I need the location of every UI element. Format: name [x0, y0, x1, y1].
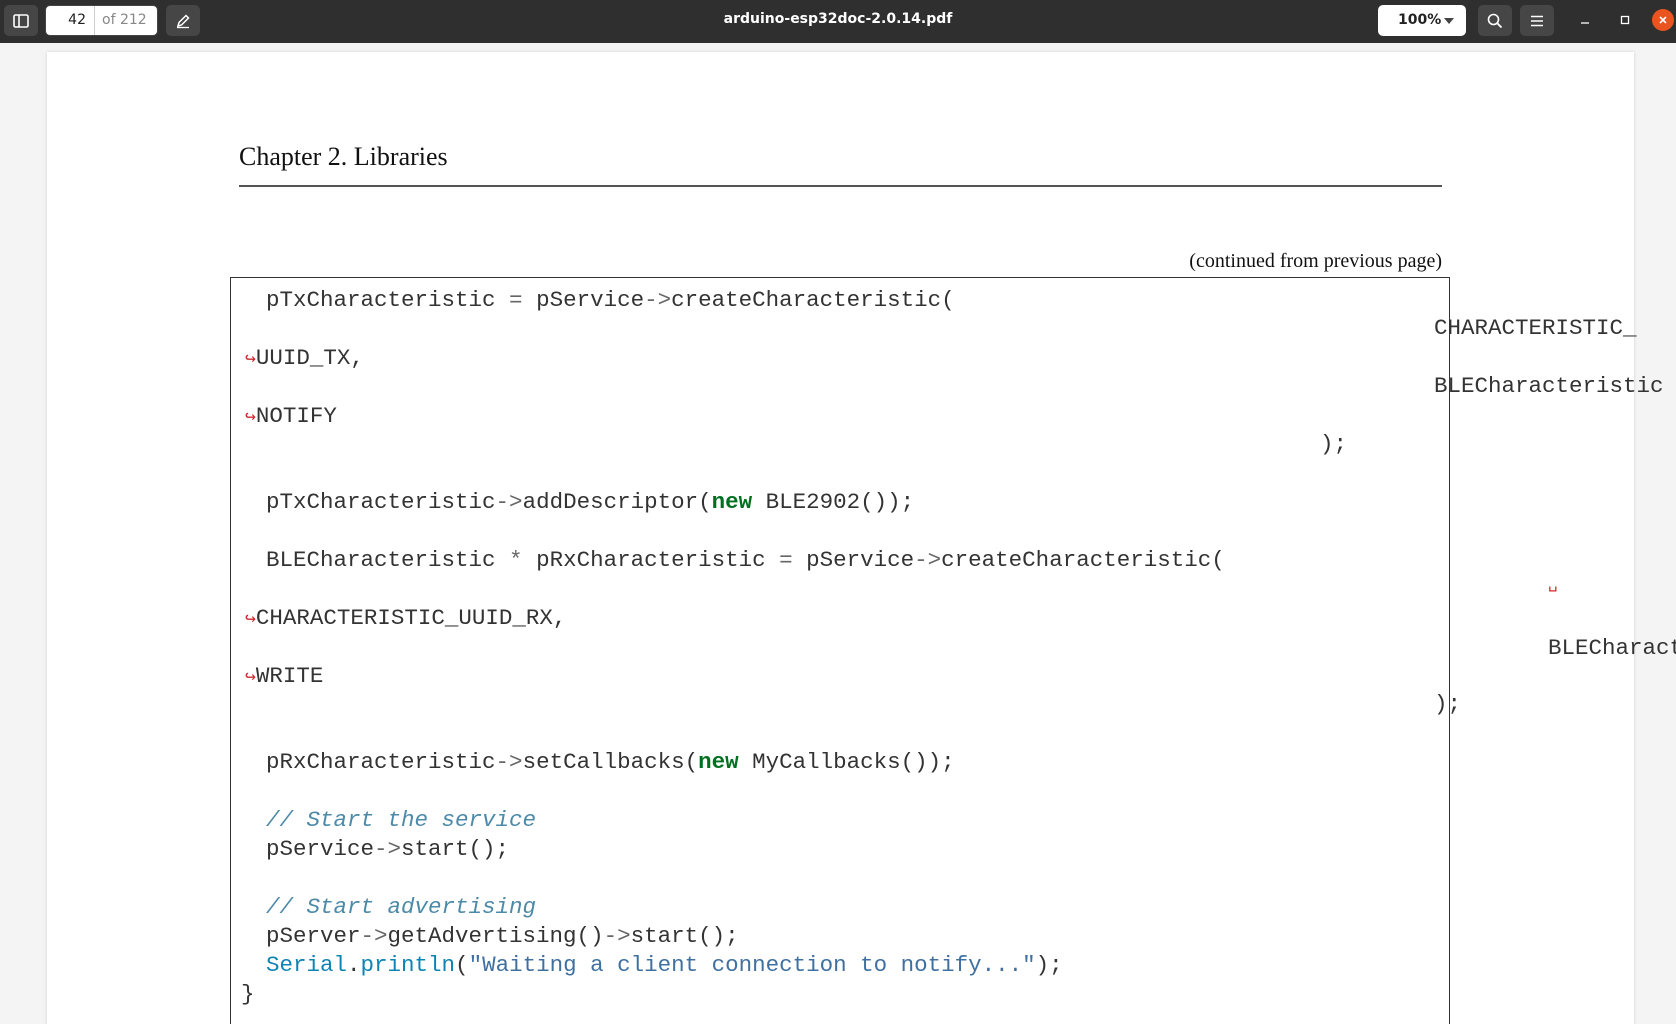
document-viewer[interactable]: Chapter 2. Libraries (continued from pre…	[0, 43, 1676, 1024]
wrap-arrow-icon: ↪	[245, 668, 256, 688]
close-icon	[1659, 16, 1667, 24]
sidebar-toggle-button[interactable]	[4, 5, 38, 36]
minimize-button[interactable]	[1574, 9, 1596, 31]
search-button[interactable]	[1478, 5, 1512, 36]
code-line: pService->start();	[266, 836, 510, 862]
page-total-label: of 212	[102, 12, 147, 28]
search-icon	[1487, 13, 1503, 28]
annotate-button[interactable]	[166, 5, 200, 36]
close-button[interactable]	[1652, 9, 1674, 31]
minimize-icon	[1581, 22, 1589, 24]
code-line: Serial.println("Waiting a client connect…	[266, 952, 1063, 978]
maximize-icon	[1620, 15, 1630, 25]
code-line: pRxCharacteristic->setCallbacks(new MyCa…	[266, 749, 955, 775]
code-block: pTxCharacteristic = pService->createChar…	[230, 277, 1676, 1024]
hamburger-menu-icon	[1531, 15, 1543, 26]
code-line: pTxCharacteristic = pService->createChar…	[266, 287, 955, 313]
chevron-down-icon	[1444, 18, 1454, 24]
code-line: ↪WRITE	[245, 663, 324, 689]
continued-note: (continued from previous page)	[1189, 250, 1442, 272]
pdf-page: Chapter 2. Libraries (continued from pre…	[47, 52, 1676, 1024]
code-line: ↪UUID_TX,	[245, 345, 364, 371]
page-number-input[interactable]: 42	[46, 6, 95, 35]
code-line: ↪CHARACTERISTIC_UUID_RX,	[245, 605, 567, 631]
page-selector: 42 of 212	[45, 5, 158, 36]
space-marker: ␣	[1548, 575, 1558, 593]
code-line: pServer->getAdvertising()->start();	[266, 923, 739, 949]
wrap-arrow-icon: ↪	[245, 350, 256, 370]
zoom-selector[interactable]: 100%	[1378, 5, 1466, 36]
code-line: ↪NOTIFY	[245, 403, 337, 429]
wrap-arrow-icon: ↪	[245, 408, 256, 428]
maximize-button[interactable]	[1614, 9, 1636, 31]
code-line: pTxCharacteristic->addDescriptor(new BLE…	[266, 489, 915, 515]
code-line: BLECharacteristic	[1434, 373, 1664, 399]
wrap-arrow-icon: ↪	[245, 610, 256, 630]
heading-rule	[239, 185, 1442, 187]
code-line: }	[241, 981, 255, 1007]
pencil-icon	[176, 13, 190, 28]
code-line: BLECharacteristic * pRxCharacteristic = …	[266, 547, 1225, 573]
code-line: );	[1434, 691, 1462, 717]
code-comment: // Start the service	[266, 807, 537, 833]
chapter-heading: Chapter 2. Libraries	[239, 142, 448, 171]
title-bar: 42 of 212 arduino-esp32doc-2.0.14.pdf 10…	[0, 0, 1676, 43]
code-line: );	[1320, 431, 1348, 457]
code-line: BLECharact	[1548, 635, 1676, 661]
menu-button[interactable]	[1520, 5, 1554, 36]
code-line: CHARACTERISTIC_	[1434, 315, 1637, 341]
code-comment: // Start advertising	[266, 894, 537, 920]
sidebar-icon	[13, 13, 29, 28]
zoom-value: 100%	[1398, 12, 1442, 28]
